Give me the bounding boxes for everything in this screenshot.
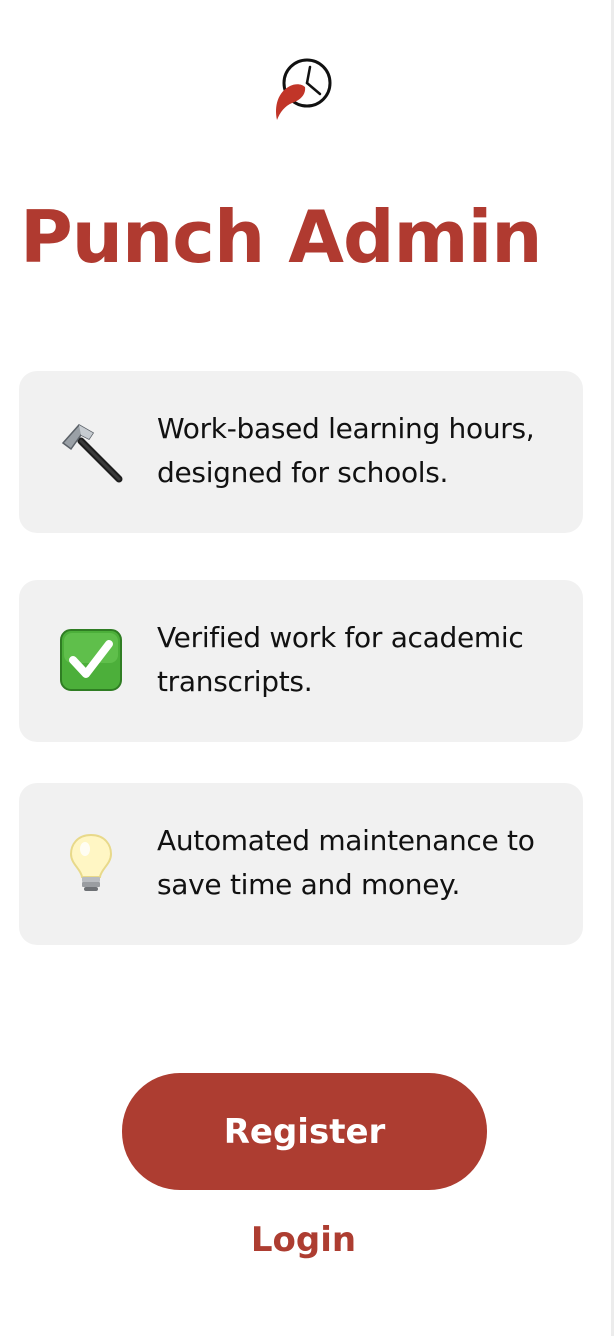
check-mark-button-icon <box>60 629 122 691</box>
register-button[interactable]: Register <box>122 1073 487 1190</box>
light-bulb-icon <box>69 833 113 891</box>
page-title: Punch Admin <box>20 195 543 279</box>
app-logo <box>274 56 336 122</box>
feature-card: Automated maintenance to save time and m… <box>19 783 583 945</box>
login-link[interactable]: Login <box>0 1214 607 1266</box>
feature-card: Verified work for academic transcripts. <box>19 580 583 742</box>
punch-clock-logo-icon <box>276 58 332 120</box>
feature-text: Verified work for academic transcripts. <box>157 621 524 698</box>
feature-text: Automated maintenance to save time and m… <box>157 824 535 901</box>
feature-card: Work-based learning hours, designed for … <box>19 371 583 533</box>
feature-text: Work-based learning hours, designed for … <box>157 412 535 489</box>
hammer-icon <box>61 424 123 483</box>
